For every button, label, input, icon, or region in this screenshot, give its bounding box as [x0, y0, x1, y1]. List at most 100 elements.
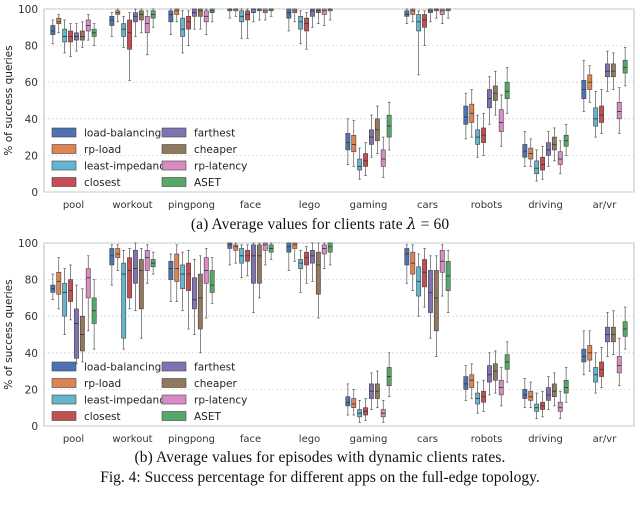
box: [422, 14, 427, 28]
box: [492, 363, 498, 381]
y-tick-label: 40: [25, 348, 38, 360]
legend-swatch: [161, 394, 187, 405]
box: [174, 253, 180, 282]
y-axis-label: % of success queries: [3, 279, 15, 389]
box: [138, 10, 144, 21]
box: [463, 105, 469, 125]
x-tick-label: driving: [528, 200, 563, 211]
box: [310, 250, 315, 264]
box: [498, 109, 504, 132]
box: [197, 273, 203, 330]
legend-swatch: [51, 127, 77, 138]
x-tick-label: lego: [299, 200, 320, 211]
subcaption-a-pre: (a) Average values for clients rate: [190, 216, 407, 233]
box: [286, 242, 292, 253]
box: [410, 8, 416, 15]
x-tick-label: lego: [299, 434, 320, 445]
boxplot-b: 0 20 40 60 80 100 % of success queries pool work…: [0, 234, 640, 449]
legend-label: rp-load: [84, 378, 121, 390]
box: [416, 14, 422, 32]
box: [192, 277, 197, 310]
box: [605, 63, 610, 78]
box: [74, 308, 79, 359]
box: [144, 250, 150, 271]
legend-label: load-balancing: [84, 128, 161, 140]
box-group: [121, 249, 127, 350]
legend-label: ASET: [194, 177, 221, 189]
box: [469, 374, 475, 388]
legend-label: ASET: [194, 411, 221, 423]
box: [298, 259, 304, 269]
box: [209, 270, 215, 293]
legend-swatch: [51, 361, 77, 372]
box: [292, 242, 298, 249]
box: [133, 12, 138, 23]
box: [439, 8, 445, 15]
legend-swatch: [161, 378, 187, 388]
y-tick-label: 80: [25, 275, 38, 287]
legend-label: farthest: [194, 128, 235, 140]
subcaption-a: (a) Average values for clients rate λ = …: [0, 215, 640, 234]
box: [133, 250, 138, 284]
x-tick-label: robots: [471, 200, 503, 211]
x-tick-label: pool: [63, 434, 84, 445]
box: [186, 16, 191, 30]
x-tick-label: workout: [112, 200, 152, 211]
box: [144, 16, 150, 34]
box: [56, 17, 62, 24]
boxplot-a: 0 20 40 60 80 100 % of success queries pool work…: [0, 0, 640, 215]
y-tick-label: 100: [18, 4, 38, 16]
y-axis-label: % of success queries: [3, 45, 15, 155]
box: [528, 390, 534, 401]
box: [62, 28, 68, 43]
legend-swatch: [51, 378, 77, 388]
box: [85, 268, 91, 299]
subcaption-a-post: = 60: [416, 216, 450, 233]
box: [363, 153, 368, 167]
box: [321, 244, 327, 255]
box: [62, 282, 68, 317]
box: [422, 259, 427, 288]
box: [315, 251, 321, 295]
x-tick-label: driving: [528, 434, 563, 445]
legend-swatch: [51, 160, 77, 171]
box: [551, 383, 557, 398]
legend-swatch: [51, 394, 77, 405]
box: [251, 244, 256, 284]
y-tick-label: 60: [25, 77, 38, 89]
box: [504, 81, 510, 99]
legend-label: least-impedance: [84, 395, 171, 407]
subcaption-b: (b) Average values for episodes with dyn…: [134, 449, 506, 466]
box: [557, 151, 563, 165]
figure-caption: Fig. 4: Success percentage for different…: [100, 469, 540, 486]
box: [109, 16, 115, 26]
y-tick-label: 60: [25, 311, 38, 323]
box: [233, 244, 239, 251]
box: [433, 270, 439, 332]
legend-swatch: [161, 127, 187, 138]
legend-swatch: [51, 177, 77, 187]
box: [428, 270, 433, 313]
box: [310, 8, 315, 17]
legend-swatch: [51, 144, 77, 154]
x-tick-label: workout: [112, 434, 152, 445]
x-tick-label: face: [240, 200, 261, 211]
box: [79, 30, 85, 41]
legend-swatch: [161, 160, 187, 171]
y-tick-label: 20: [25, 150, 38, 162]
legend-label: cheaper: [194, 378, 237, 390]
box: [262, 242, 268, 251]
box: [522, 144, 528, 158]
box: [404, 248, 410, 266]
legend-label: farthest: [194, 362, 235, 374]
box: [351, 134, 357, 153]
box: [321, 8, 327, 15]
box: [540, 156, 545, 171]
box: [404, 10, 410, 17]
box: [551, 136, 557, 151]
box: [256, 244, 262, 284]
box: [546, 387, 551, 401]
legend-swatch: [161, 361, 187, 372]
box: [115, 248, 121, 258]
box: [599, 105, 604, 123]
